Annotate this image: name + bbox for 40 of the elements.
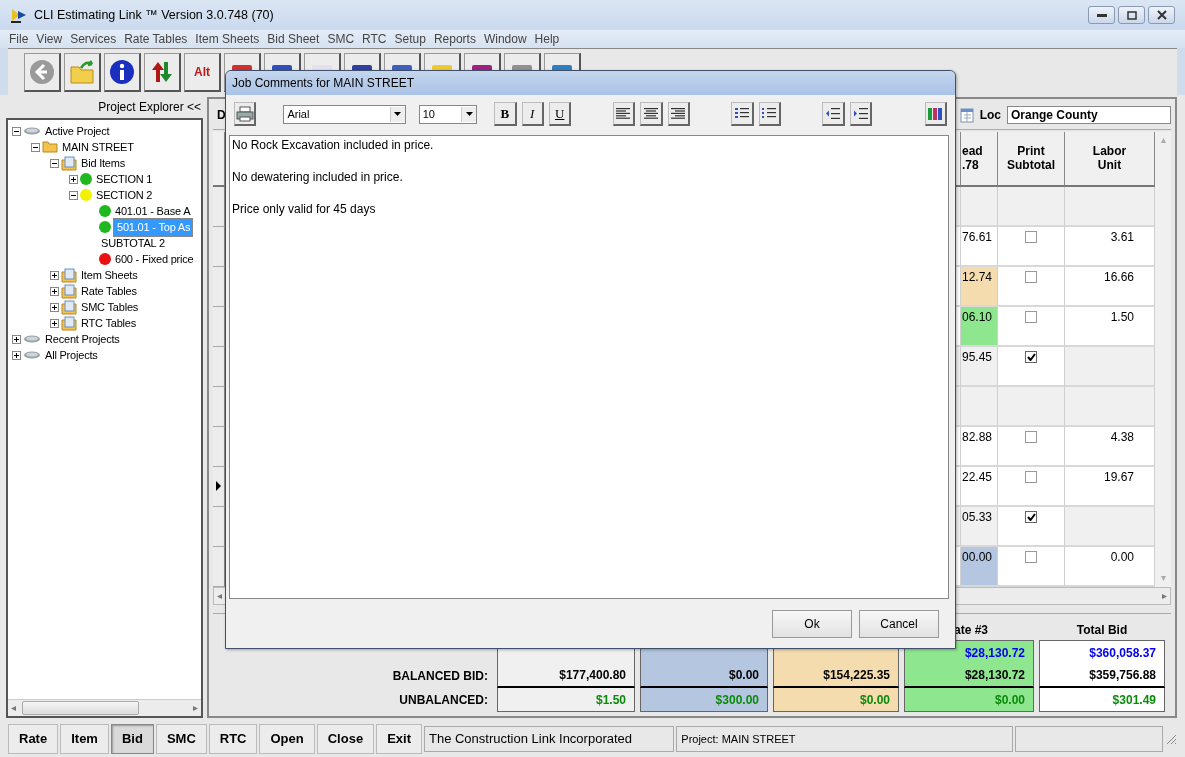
total-cell: $360,058.37 (1039, 640, 1165, 664)
field-label: Loc (979, 107, 1001, 122)
total-cell: $0.00 (773, 688, 899, 712)
comment-line: No dewatering included in price. (232, 170, 404, 184)
table-cell: 12.74 (961, 266, 998, 307)
comment-line: Price only valid for 45 days (232, 202, 377, 216)
table-cell: 3.61 (1065, 226, 1155, 267)
total-cell: $28,130.72 (904, 664, 1034, 688)
column-header: Print Subtotal (998, 131, 1065, 187)
dialog-title: Job Comments for MAIN STREET (226, 71, 955, 95)
table-cell: 82.88 (961, 426, 998, 467)
total-cell: $177,400.80 (497, 664, 635, 688)
table-cell: 16.66 (1065, 266, 1155, 307)
total-cell: $154,225.35 (773, 664, 899, 688)
column-header: ead .78 (961, 131, 998, 187)
row-label: BALANCED BID: (392, 669, 488, 683)
table-cell: 00.00 (961, 546, 998, 587)
table-cell: 4.38 (1065, 426, 1155, 467)
table-cell: 76.61 (961, 226, 998, 267)
column-header: Total Bid (1076, 623, 1128, 637)
table-cell: 19.67 (1065, 466, 1155, 507)
table-cell: 1.50 (1065, 306, 1155, 347)
table-cell: 22.45 (961, 466, 998, 507)
status-pane: The Construction Link Incorporated (423, 725, 675, 752)
table-cell: 0.00 (1065, 546, 1155, 587)
row-label: UNBALANCED: (399, 693, 488, 707)
status-pane: Project: MAIN STREET (676, 725, 1014, 752)
window-title: CLI Estimating Link ™ Version 3.0.748 (70) (34, 8, 274, 22)
total-cell: $359,756.88 (1039, 664, 1165, 688)
total-cell: $300.00 (640, 688, 768, 712)
table-cell: 05.33 (961, 506, 998, 547)
total-cell: $0.00 (640, 664, 768, 688)
total-cell: $0.00 (904, 688, 1034, 712)
total-cell: $1.50 (497, 688, 635, 712)
total-cell: $301.49 (1039, 688, 1165, 712)
table-cell: 95.45 (961, 346, 998, 387)
column-header: Labor Unit (1065, 131, 1155, 187)
comment-line: No Rock Excavation included in price. (232, 138, 435, 152)
table-cell: 06.10 (961, 306, 998, 347)
column-header: D (216, 107, 226, 122)
